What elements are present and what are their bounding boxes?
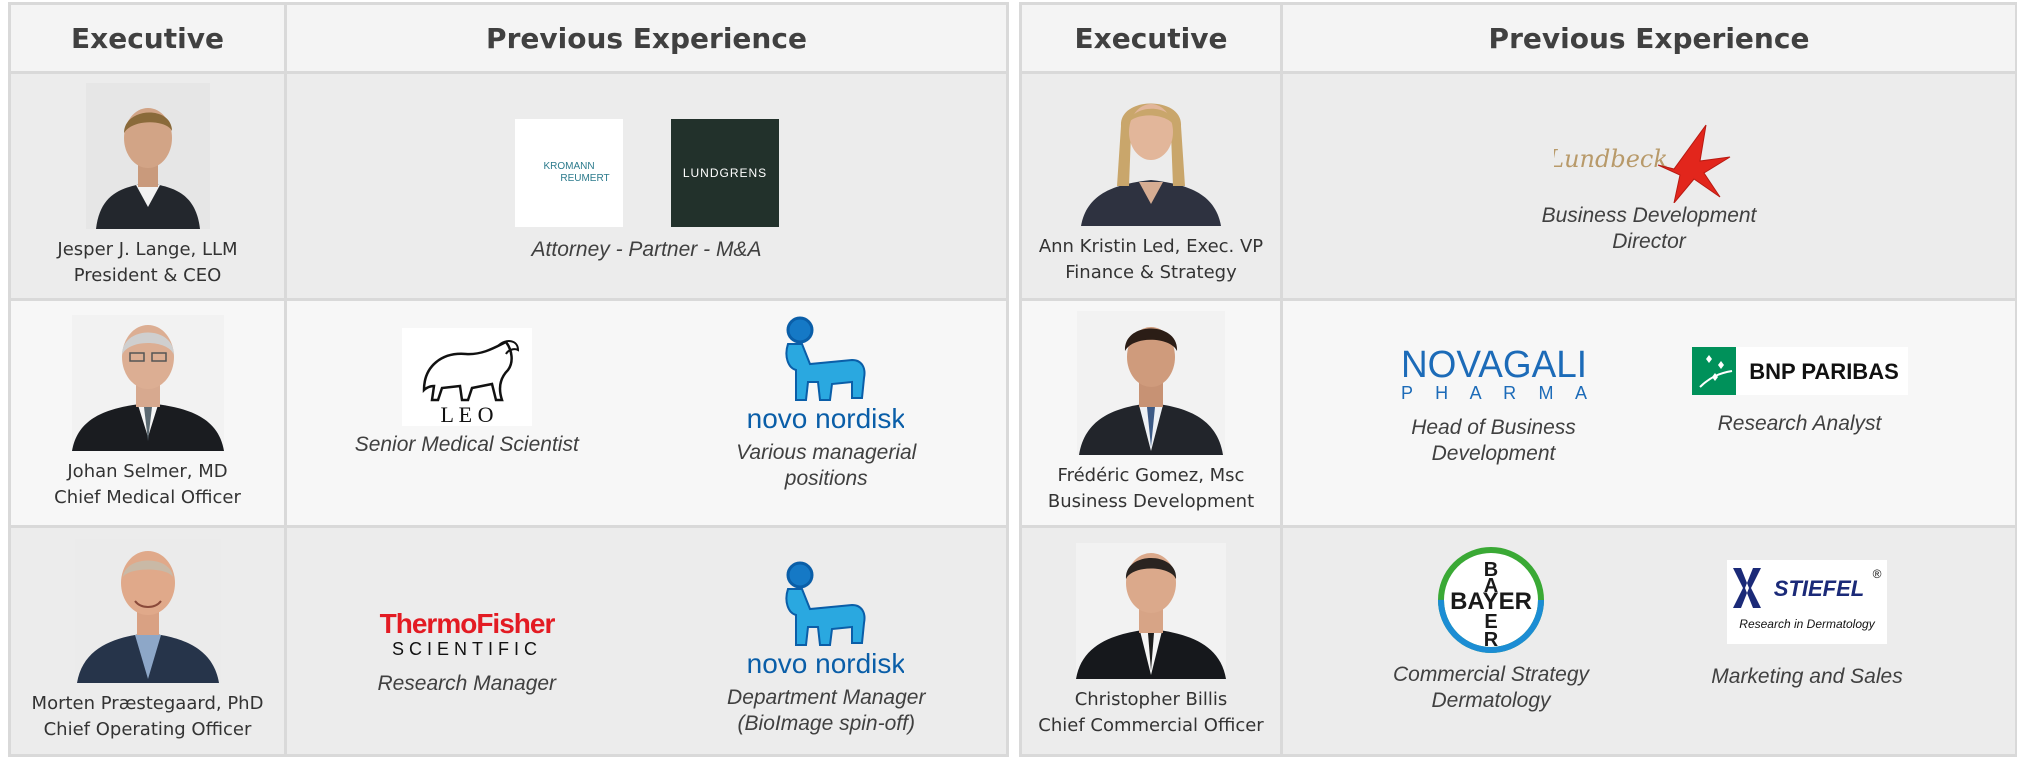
company-block: NOVAGALI P H A R M A Head of Business De… xyxy=(1369,343,1619,467)
executive-title: Business Development xyxy=(1047,491,1255,512)
svg-text:Research in Dermatology: Research in Dermatology xyxy=(1739,617,1875,631)
svg-text:ThermoFisher: ThermoFisher xyxy=(379,609,555,639)
executive-header: Executive xyxy=(8,2,287,74)
lundgrens-logo: LUNDGRENS xyxy=(670,119,779,227)
experience-cell: ThermoFisher SCIENTIFIC Research Manager… xyxy=(284,525,1009,757)
left-table: Executive Previous Experience Jesper J. … xyxy=(8,2,1009,757)
svg-text:P H A R M A: P H A R M A xyxy=(1401,383,1587,403)
svg-text:Lundbeck: Lundbeck xyxy=(1554,145,1668,173)
executive-name: Johan Selmer, MD xyxy=(67,461,228,482)
company-block: L E O Senior Medical Scientist xyxy=(337,328,597,458)
kromann-reumert-logo: KROMANN REUMERT xyxy=(514,119,623,227)
executive-name: Christopher Billis xyxy=(1074,689,1228,710)
executive-title: Chief Medical Officer xyxy=(54,487,241,508)
lundbeck-logo: Lundbeck xyxy=(1554,124,1731,203)
experience-header: Previous Experience xyxy=(284,2,1009,74)
role-text-line-1: Head of Business xyxy=(1411,416,1576,439)
role-text-line-2: Dermatology xyxy=(1431,689,1551,712)
executive-title: President & CEO xyxy=(73,265,222,286)
role-text-line-2: (BioImage spin-off) xyxy=(737,712,915,735)
company-block: BAYER B A E R Commercial Strategy Dermat… xyxy=(1361,546,1621,714)
svg-text:R: R xyxy=(1484,629,1499,651)
experience-cell: NOVAGALI P H A R M A Head of Business De… xyxy=(1280,298,2017,528)
leo-logo: L E O xyxy=(401,328,532,426)
company-block: ThermoFisher SCIENTIFIC Research Manager xyxy=(337,609,597,697)
portrait-photo xyxy=(1077,86,1225,226)
executive-cell: Frédéric Gomez, Msc Business Development xyxy=(1019,298,1283,528)
svg-text:novo nordisk: novo nordisk xyxy=(748,648,904,679)
role-text-line-2: positions xyxy=(784,467,868,490)
executive-name: Jesper J. Lange, LLM xyxy=(57,239,238,260)
executive-name: Frédéric Gomez, Msc xyxy=(1057,465,1245,486)
experience-cell: KROMANN REUMERT LUNDGRENS Attorney - Par… xyxy=(284,71,1009,301)
role-text-line-2: Director xyxy=(1612,230,1686,253)
portrait-photo xyxy=(85,83,210,229)
company-block: STIEFEL Research in Dermatology ® Market… xyxy=(1677,560,1937,690)
stiefel-logo: STIEFEL Research in Dermatology ® xyxy=(1727,560,1887,644)
experience-cell: Lundbeck Business Development Director xyxy=(1280,71,2017,301)
role-text: Research Manager xyxy=(377,672,557,695)
bayer-logo: BAYER B A E R xyxy=(1438,547,1544,653)
role-text: Marketing and Sales xyxy=(1711,665,1903,688)
executive-title: Finance & Strategy xyxy=(1065,262,1237,283)
role-text: Senior Medical Scientist xyxy=(354,433,579,456)
company-block: novo nordisk Department Manager (BioImag… xyxy=(696,561,956,737)
portrait-photo xyxy=(74,539,221,683)
executive-title: Chief Operating Officer xyxy=(43,719,252,740)
executive-cell: Christopher Billis Chief Commercial Offi… xyxy=(1019,525,1283,757)
svg-text:A: A xyxy=(1484,575,1498,597)
novo-nordisk-logo: novo nordisk xyxy=(748,316,904,434)
portrait-photo xyxy=(1077,311,1225,455)
role-text: Attorney - Partner - M&A xyxy=(531,238,762,261)
role-text-line-1: Various managerial xyxy=(736,441,917,464)
company-block: BNP PARIBAS Research Analyst xyxy=(1670,343,1930,437)
svg-text:novo nordisk: novo nordisk xyxy=(748,403,904,434)
executive-cell: Jesper J. Lange, LLM President & CEO xyxy=(8,71,287,301)
role-text-line-2: Development xyxy=(1431,442,1556,465)
svg-text:REUMERT: REUMERT xyxy=(560,173,609,184)
right-table: Executive Previous Experience Ann Kristi… xyxy=(1019,2,2017,757)
portrait-photo xyxy=(1076,543,1226,679)
svg-text:NOVAGALI: NOVAGALI xyxy=(1401,344,1587,386)
bnp-paribas-logo: BNP PARIBAS xyxy=(1691,347,1908,395)
experience-cell: L E O Senior Medical Scientist novo nord… xyxy=(284,298,1009,528)
executive-name: Morten Præstegaard, PhD xyxy=(31,693,264,714)
svg-text:LUNDGRENS: LUNDGRENS xyxy=(682,166,766,180)
role-text: Research Analyst xyxy=(1717,412,1882,435)
role-text-line-1: Commercial Strategy xyxy=(1392,663,1590,686)
role-text-line-1: Department Manager xyxy=(727,686,926,709)
executive-name: Ann Kristin Led, Exec. VP xyxy=(1038,236,1264,257)
portrait-photo xyxy=(71,315,224,451)
executive-header: Executive xyxy=(1019,2,1283,74)
executive-cell: Morten Præstegaard, PhD Chief Operating … xyxy=(8,525,287,757)
novagali-logo: NOVAGALI P H A R M A xyxy=(1401,344,1587,403)
experience-cell: BAYER B A E R Commercial Strategy Dermat… xyxy=(1280,525,2017,757)
company-block: novo nordisk Various managerial position… xyxy=(696,316,956,492)
svg-text:SCIENTIFIC: SCIENTIFIC xyxy=(392,639,542,657)
svg-text:BNP PARIBAS: BNP PARIBAS xyxy=(1749,359,1899,384)
experience-header: Previous Experience xyxy=(1280,2,2017,74)
role-text-line-1: Business Development xyxy=(1541,204,1757,227)
svg-text:L E O: L E O xyxy=(440,402,493,426)
executive-cell: Ann Kristin Led, Exec. VP Finance & Stra… xyxy=(1019,71,1283,301)
novo-nordisk-logo: novo nordisk xyxy=(748,561,904,679)
executive-title: Chief Commercial Officer xyxy=(1038,715,1264,736)
svg-text:STIEFEL: STIEFEL xyxy=(1774,576,1864,601)
svg-text:KROMANN: KROMANN xyxy=(543,161,594,172)
svg-text:®: ® xyxy=(1873,567,1882,581)
executive-cell: Johan Selmer, MD Chief Medical Officer xyxy=(8,298,287,528)
thermo-fisher-logo: ThermoFisher SCIENTIFIC xyxy=(379,609,556,657)
